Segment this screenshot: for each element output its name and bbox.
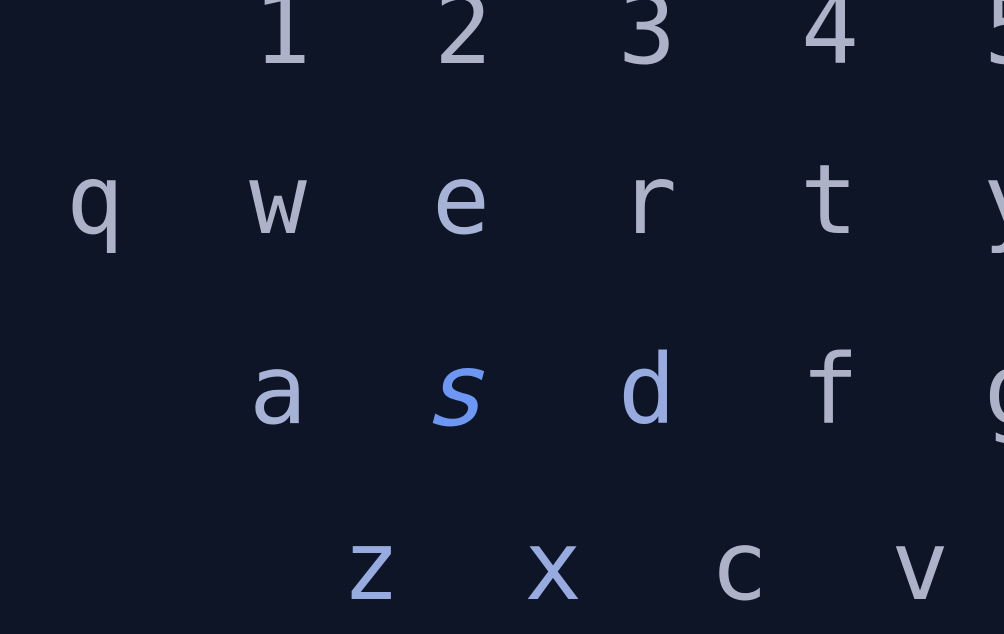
key-t[interactable]: t: [779, 140, 879, 260]
key-e[interactable]: e: [411, 140, 511, 260]
key-w[interactable]: w: [228, 140, 328, 260]
key-s-active[interactable]: s: [403, 326, 518, 453]
key-r[interactable]: r: [598, 140, 698, 260]
key-1[interactable]: 1: [232, 0, 332, 90]
key-d[interactable]: d: [597, 330, 697, 450]
key-5[interactable]: 5: [963, 0, 1004, 90]
key-y[interactable]: y: [962, 140, 1004, 260]
key-2[interactable]: 2: [413, 0, 513, 90]
key-4[interactable]: 4: [780, 0, 880, 90]
key-f[interactable]: f: [780, 330, 880, 450]
key-v[interactable]: v: [870, 506, 970, 626]
key-3[interactable]: 3: [597, 0, 697, 90]
key-z[interactable]: z: [321, 506, 421, 626]
key-x[interactable]: x: [503, 506, 603, 626]
on-screen-keyboard: 1 2 3 4 5 q w e r t y a s d f g z x c v: [0, 0, 1004, 634]
key-g[interactable]: g: [963, 330, 1004, 450]
key-a[interactable]: a: [228, 330, 328, 450]
key-q[interactable]: q: [45, 140, 145, 260]
key-c[interactable]: c: [689, 506, 789, 626]
